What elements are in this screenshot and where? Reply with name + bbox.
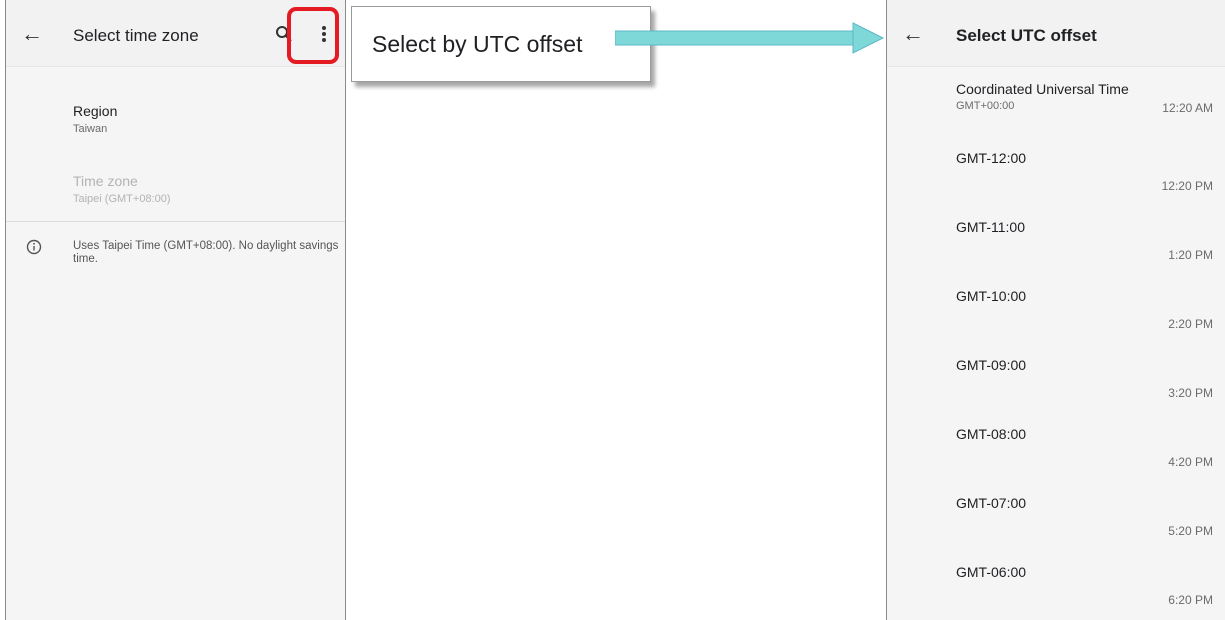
time-zone-label: Time zone (73, 173, 138, 189)
page-title: Select UTC offset (956, 26, 1097, 45)
info-icon (26, 239, 42, 255)
list-item[interactable]: GMT-12:00 12:20 PM (887, 150, 1225, 218)
region-value: Taiwan (73, 123, 108, 135)
time-zone-value: Taipei (GMT+08:00) (73, 193, 171, 205)
time-zone-info: Uses Taipei Time (GMT+08:00). No dayligh… (73, 240, 339, 265)
offset-name: GMT-06:00 (956, 564, 1027, 580)
local-time: 3:20 PM (1168, 386, 1213, 400)
list-item[interactable]: GMT-07:00 5:20 PM (887, 495, 1225, 563)
local-time: 4:20 PM (1168, 455, 1213, 469)
toolbar: ← Select UTC offset (887, 0, 1225, 67)
more-options-highlight (287, 7, 339, 64)
list-item[interactable]: GMT-10:00 2:20 PM (887, 288, 1225, 356)
list-item[interactable]: GMT-09:00 3:20 PM (887, 357, 1225, 425)
local-time: 6:20 PM (1168, 593, 1213, 607)
offset-name: GMT-07:00 (956, 495, 1027, 511)
list-item[interactable]: GMT-06:00 6:20 PM (887, 564, 1225, 620)
offset-name: GMT-11:00 (956, 219, 1025, 235)
arrow-icon (615, 22, 885, 54)
select-time-zone-screen: ← Select time zone Region Taiwan Time zo… (5, 0, 346, 620)
offset-name: Coordinated Universal Time (956, 81, 1129, 97)
back-arrow-icon[interactable]: ← (901, 22, 925, 46)
local-time: 12:20 AM (1162, 101, 1213, 115)
menu-item-label: Select by UTC offset (372, 31, 583, 57)
select-by-utc-offset-menu-item[interactable]: Select by UTC offset (351, 6, 651, 82)
offset-name: GMT-08:00 (956, 426, 1027, 442)
list-item[interactable]: Coordinated Universal Time GMT+00:00 12:… (887, 81, 1225, 149)
offset-name: GMT-10:00 (956, 288, 1027, 304)
local-time: 12:20 PM (1161, 179, 1213, 193)
list-item[interactable]: GMT-11:00 1:20 PM (887, 219, 1225, 287)
local-time: 2:20 PM (1168, 317, 1213, 331)
region-label[interactable]: Region (73, 103, 117, 119)
offset-name: GMT-09:00 (956, 357, 1027, 373)
back-arrow-icon[interactable]: ← (20, 22, 44, 46)
local-time: 5:20 PM (1168, 524, 1213, 538)
page-title: Select time zone (73, 26, 199, 45)
select-utc-offset-screen: ← Select UTC offset Coordinated Universa… (886, 0, 1225, 620)
offset-name: GMT-12:00 (956, 150, 1027, 166)
local-time: 1:20 PM (1168, 248, 1213, 262)
offset-subtitle: GMT+00:00 (956, 100, 1015, 112)
list-item[interactable]: GMT-08:00 4:20 PM (887, 426, 1225, 494)
divider (6, 221, 345, 222)
